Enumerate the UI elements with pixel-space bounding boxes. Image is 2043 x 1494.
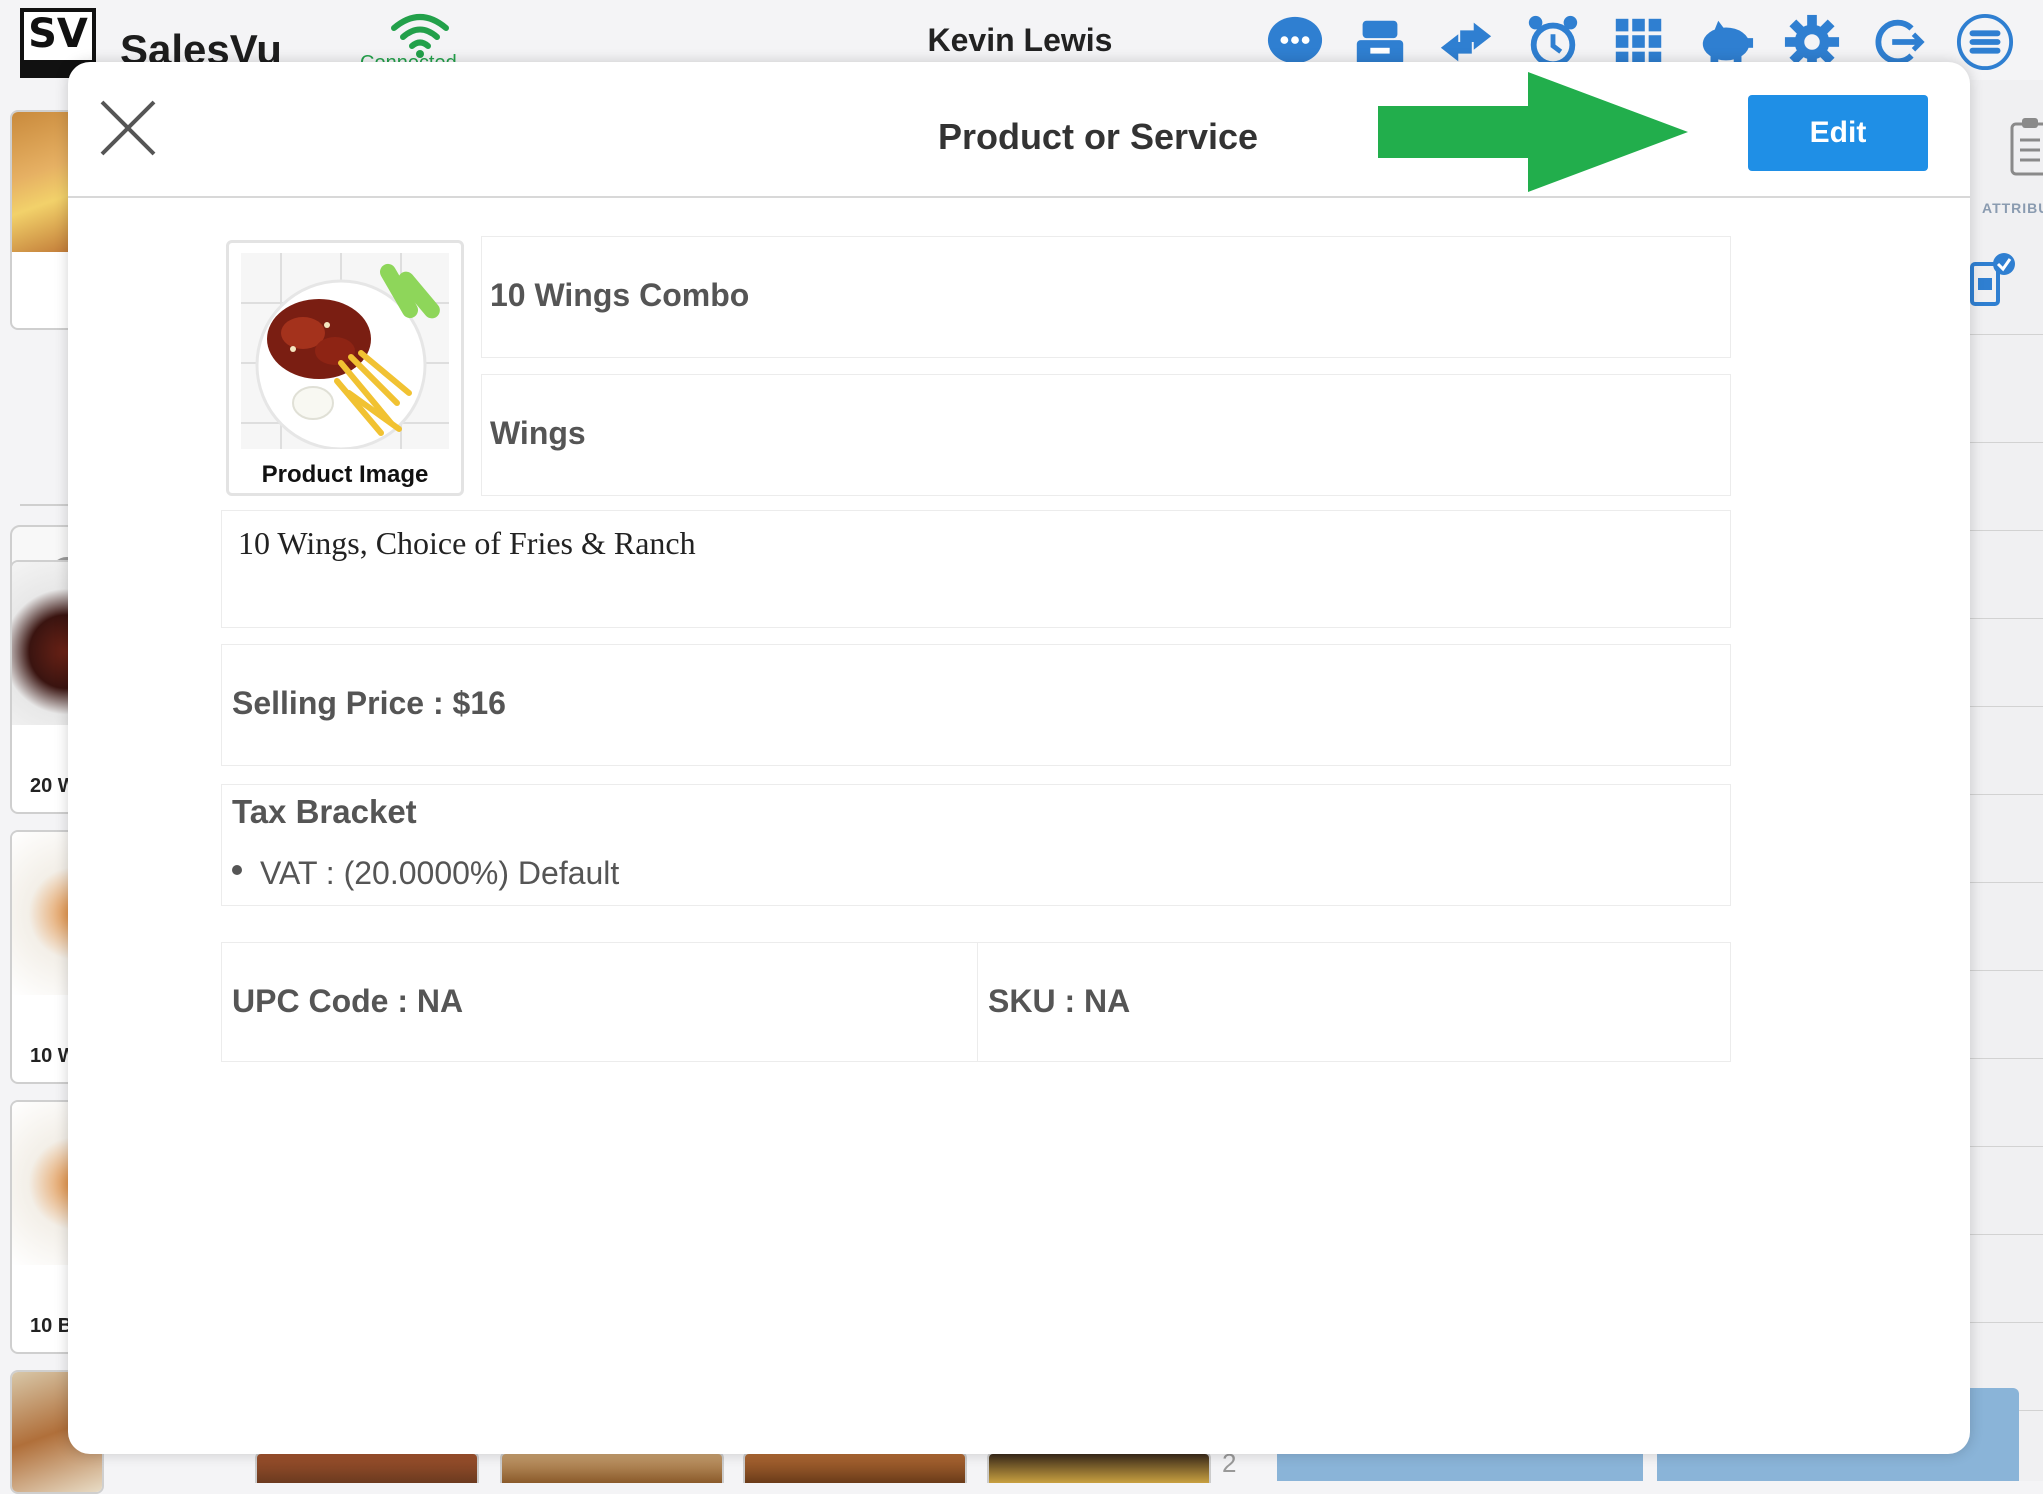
sku: SKU : NA [988,983,1131,1019]
modal-header: Product or Service Edit [68,62,1970,198]
upc-code-field[interactable]: UPC Code : NA [221,942,978,1062]
ticket-panel-right [1960,80,2043,1481]
clipboard-icon[interactable] [2010,116,2043,176]
description-field[interactable]: 10 Wings, Choice of Fries & Ranch [221,510,1731,628]
tax-bracket-title: Tax Bracket [232,793,417,830]
divider [1960,794,2043,795]
divider [1960,882,2043,883]
product-tile[interactable] [987,1452,1211,1483]
close-button[interactable] [98,98,158,158]
category-name: Wings [490,415,586,451]
tax-item-label: VAT : (20.0000%) Default [260,855,620,891]
divider [1960,530,2043,531]
product-name: 10 Wings Combo [490,277,750,313]
close-icon [100,100,156,156]
product-tile[interactable] [743,1452,967,1483]
tax-item: VAT : (20.0000%) Default [232,855,619,892]
divider [1960,706,2043,707]
product-image-card[interactable]: Product Image [226,240,464,496]
product-tile[interactable] [255,1452,479,1483]
tax-bracket-field[interactable]: Tax Bracket VAT : (20.0000%) Default [221,784,1731,906]
product-photo [241,253,449,449]
divider [1960,334,2043,335]
category-field[interactable]: Wings [481,374,1731,496]
divider [1960,1146,2043,1147]
divider [1960,1234,2043,1235]
salesvu-logo: SV [20,8,96,64]
divider [1960,970,2043,971]
product-tile-label: 10 B [30,1315,73,1337]
modal-title: Product or Service [937,116,1259,157]
selling-price: Selling Price : $16 [232,685,506,721]
divider [1960,618,2043,619]
divider [1960,442,2043,443]
divider [1960,1058,2043,1059]
upc-code: UPC Code : NA [232,983,464,1019]
user-name[interactable]: Kevin Lewis [880,22,1160,59]
selling-price-field[interactable]: Selling Price : $16 [221,644,1731,766]
sku-field[interactable]: SKU : NA [977,942,1731,1062]
checklist-icon[interactable] [1968,250,2016,310]
product-detail-modal: Product or Service Edit Product Image 10… [68,62,1970,1454]
attributes-label: ATTRIBU [1982,200,2043,216]
product-description: 10 Wings, Choice of Fries & Ranch [238,525,696,561]
divider [1960,1322,2043,1323]
bullet-icon [232,864,242,875]
product-name-field[interactable]: 10 Wings Combo [481,236,1731,358]
product-image-caption: Product Image [261,461,429,488]
arrow-annotation-icon [1378,72,1688,192]
edit-button[interactable]: Edit [1748,95,1928,171]
product-tile[interactable] [500,1452,724,1483]
